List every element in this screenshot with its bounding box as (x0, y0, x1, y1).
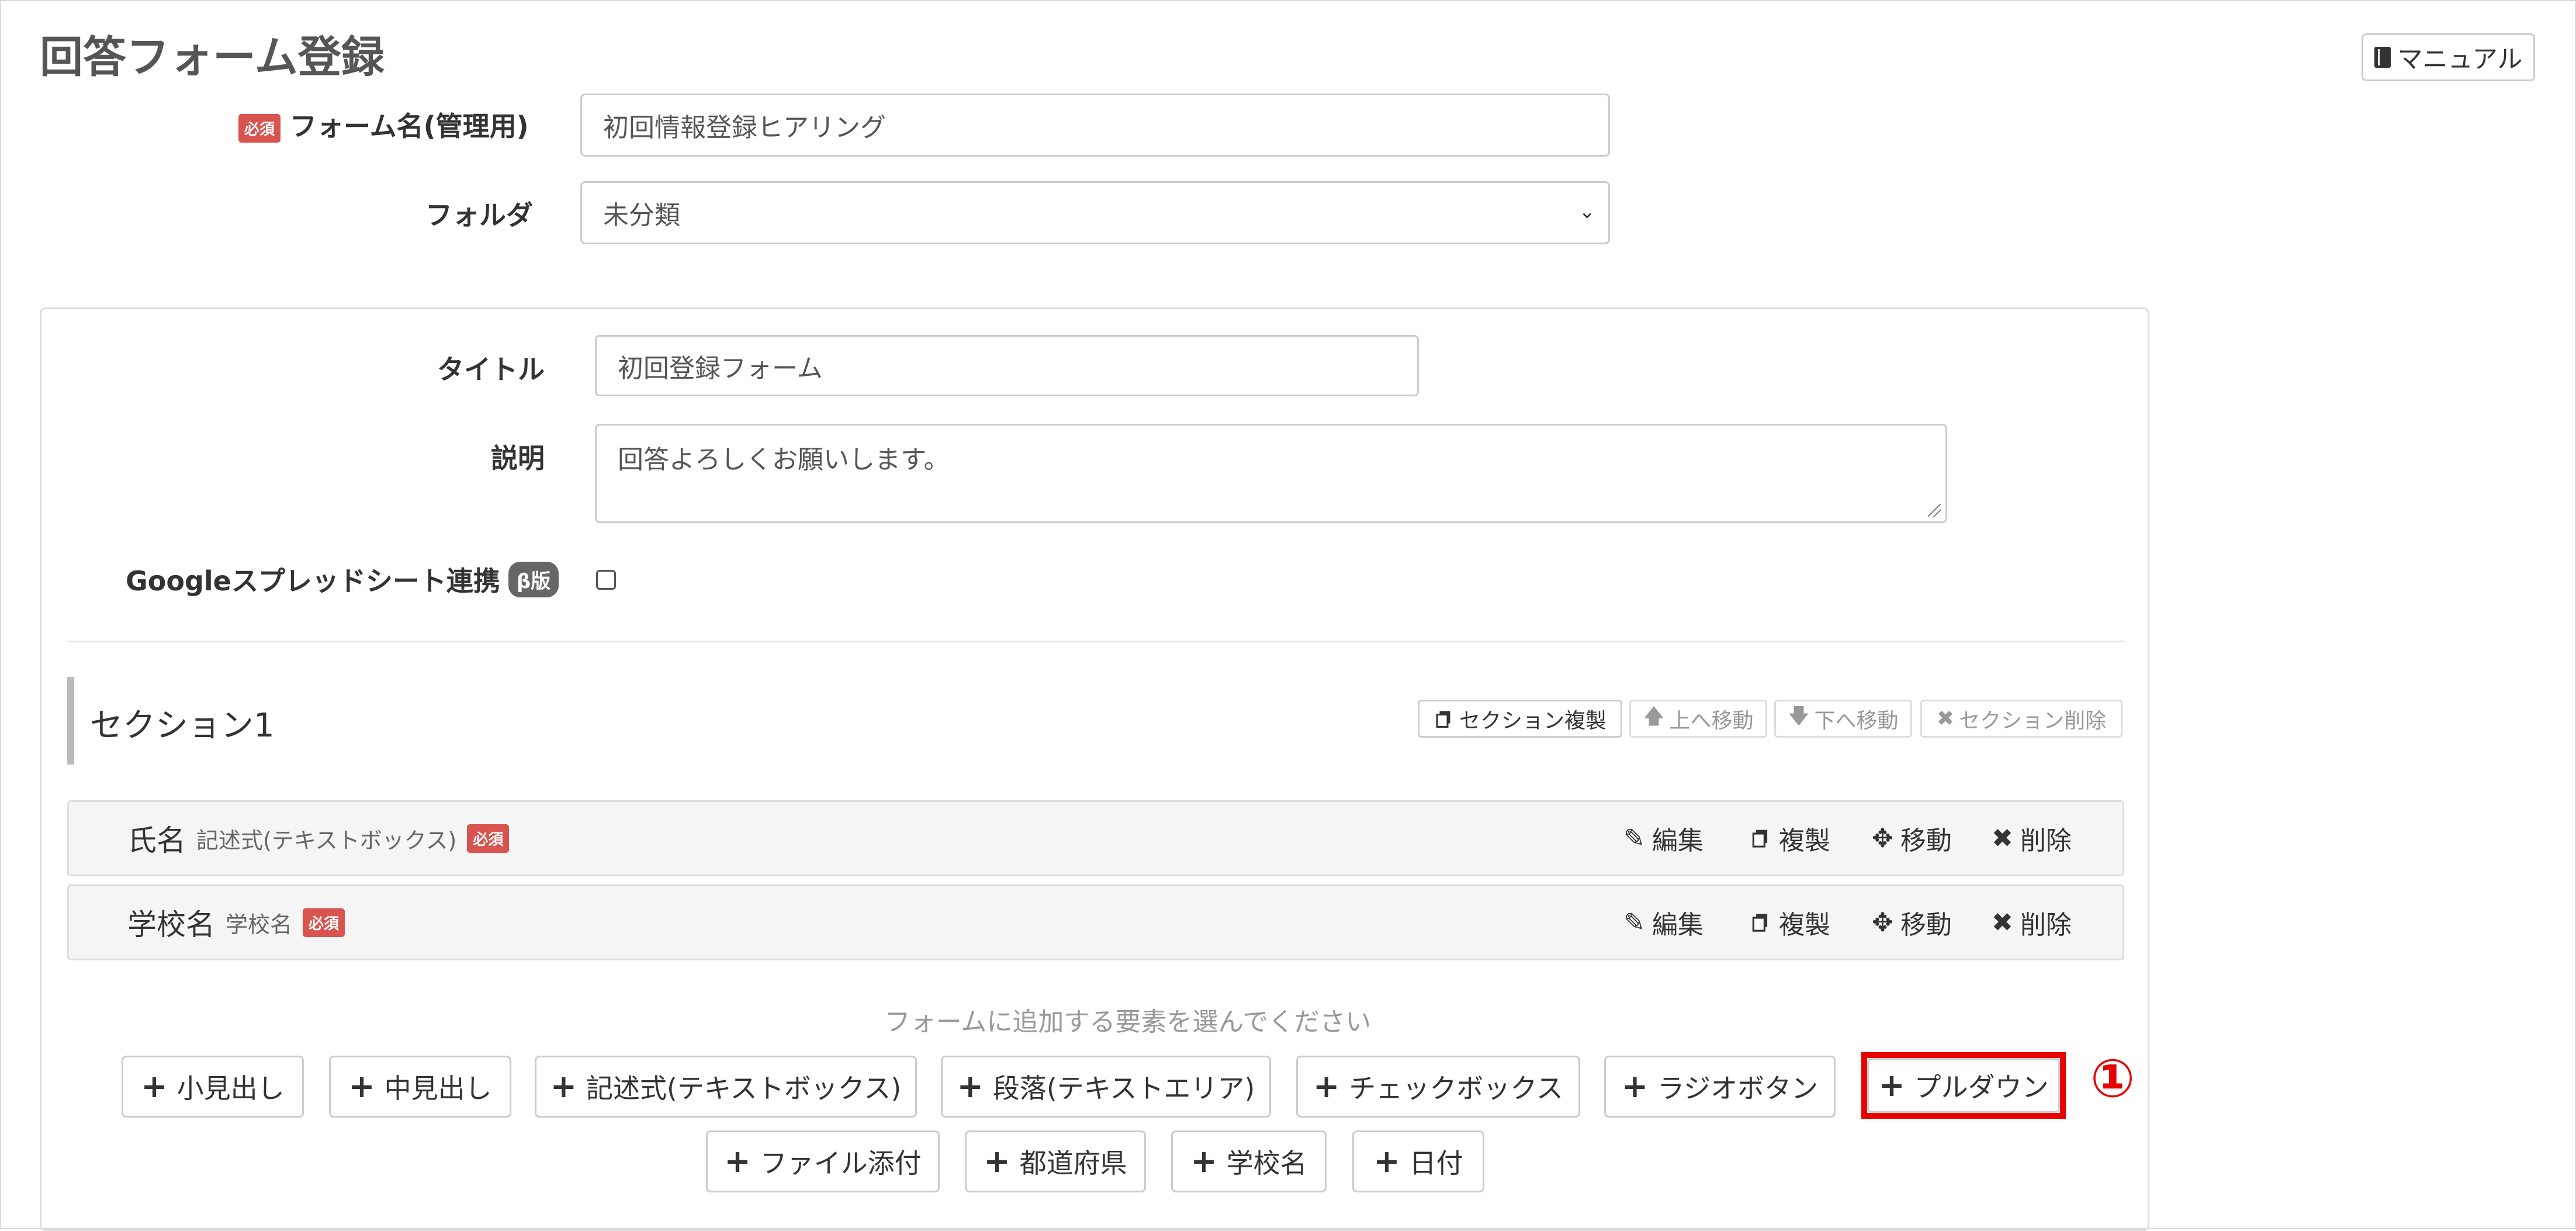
folder-select[interactable]: 未分類 ⌄ (580, 181, 1610, 244)
plus-icon: + (1190, 1143, 1217, 1180)
sheets-label: Googleスプレッドシート連携 β版 (126, 560, 559, 599)
item-name: 氏名 (127, 824, 186, 857)
plus-icon: + (348, 1068, 375, 1105)
folder-label: フォルダ (425, 199, 533, 231)
move-icon: ✥ (1872, 823, 1893, 853)
plus-icon: + (141, 1068, 168, 1105)
sheets-checkbox[interactable] (596, 570, 616, 590)
add-file-button[interactable]: + ファイル添付 (706, 1130, 940, 1192)
close-icon: ✖ (1936, 707, 1955, 731)
plus-icon: + (724, 1143, 751, 1180)
description-label: 説明 (491, 442, 545, 474)
item-type: 記述式(テキストボックス) (196, 827, 457, 853)
plus-icon: + (957, 1068, 984, 1105)
add-medium-heading-button[interactable]: + 中見出し (329, 1056, 511, 1118)
section-move-up-button[interactable]: 🡅 上へ移動 (1629, 700, 1767, 738)
add-textarea-button[interactable]: + 段落(テキストエリア) (941, 1056, 1271, 1118)
section-delete-button[interactable]: ✖ セクション削除 (1920, 700, 2123, 738)
page-title: 回答フォーム登録 (40, 32, 385, 82)
add-small-heading-button[interactable]: + 小見出し (122, 1056, 304, 1118)
pencil-icon: ✎ (1623, 823, 1645, 853)
add-checkbox-button[interactable]: + チェックボックス (1296, 1056, 1580, 1118)
arrow-down-icon: 🡇 (1788, 704, 1810, 728)
edit-button[interactable]: ✎ 編集 (1623, 819, 1704, 857)
close-icon: ✖ (1992, 823, 2013, 853)
annotation-marker: ① (2090, 1047, 2135, 1109)
plus-icon: + (984, 1143, 1010, 1180)
add-prefecture-button[interactable]: + 都道府県 (965, 1130, 1146, 1192)
form-name-label: 必須 フォーム名(管理用) (238, 105, 529, 144)
section-copy-button[interactable]: セクション複製 (1418, 700, 1622, 738)
arrow-up-icon: 🡅 (1643, 704, 1665, 728)
add-date-button[interactable]: + 日付 (1352, 1130, 1484, 1192)
add-school-button[interactable]: + 学校名 (1171, 1130, 1327, 1192)
plus-icon: + (1621, 1068, 1649, 1105)
add-element-hint: フォームに追加する要素を選んでください (884, 1007, 1372, 1037)
beta-badge: β版 (508, 561, 559, 597)
delete-button[interactable]: ✖ 削除 (1992, 819, 2072, 857)
annotation-highlight-box (1861, 1052, 2066, 1119)
copy-button[interactable]: 複製 (1750, 819, 1830, 857)
add-radio-button[interactable]: + ラジオボタン (1604, 1056, 1836, 1118)
edit-button[interactable]: ✎ 編集 (1623, 904, 1704, 941)
plus-icon: + (550, 1068, 577, 1105)
copy-button[interactable]: 複製 (1750, 904, 1830, 941)
divider (67, 641, 2124, 642)
move-button[interactable]: ✥ 移動 (1872, 904, 1952, 941)
book-icon (2374, 47, 2391, 68)
manual-button[interactable]: マニュアル (2362, 33, 2535, 81)
move-button[interactable]: ✥ 移動 (1872, 819, 1952, 857)
copy-icon (1436, 711, 1450, 728)
manual-button-label: マニュアル (2397, 45, 2523, 74)
required-badge: 必須 (467, 824, 510, 853)
pencil-icon: ✎ (1623, 907, 1645, 938)
title-input[interactable]: 初回登録フォーム (595, 335, 1419, 396)
plus-icon: + (1373, 1143, 1400, 1180)
resize-handle-icon[interactable] (1928, 504, 1941, 517)
item-row: 学校名 学校名 必須 ✎ 編集 複製 ✥ 移動 ✖ 削除 (67, 884, 2124, 960)
required-badge: 必須 (303, 908, 345, 937)
chevron-down-icon: ⌄ (1578, 200, 1596, 223)
section-title: セクション1 (90, 707, 275, 745)
title-label: タイトル (437, 354, 545, 385)
copy-icon (1752, 914, 1768, 932)
copy-icon (1752, 829, 1768, 848)
add-textbox-button[interactable]: + 記述式(テキストボックス) (535, 1056, 917, 1118)
item-row: 氏名 記述式(テキストボックス) 必須 ✎ 編集 複製 ✥ 移動 ✖ 削除 (67, 800, 2124, 876)
delete-button[interactable]: ✖ 削除 (1992, 904, 2072, 941)
close-icon: ✖ (1992, 907, 2013, 938)
required-badge: 必須 (238, 114, 281, 143)
plus-icon: + (1313, 1068, 1340, 1105)
form-name-input[interactable]: 初回情報登録ヒアリング (580, 94, 1610, 157)
section-move-down-button[interactable]: 🡇 下へ移動 (1774, 700, 1912, 738)
item-type: 学校名 (226, 911, 293, 938)
move-icon: ✥ (1872, 907, 1893, 938)
section-accent-bar (67, 677, 74, 765)
item-name: 学校名 (127, 908, 215, 942)
description-textarea[interactable]: 回答よろしくお願いします。 (595, 424, 1947, 523)
